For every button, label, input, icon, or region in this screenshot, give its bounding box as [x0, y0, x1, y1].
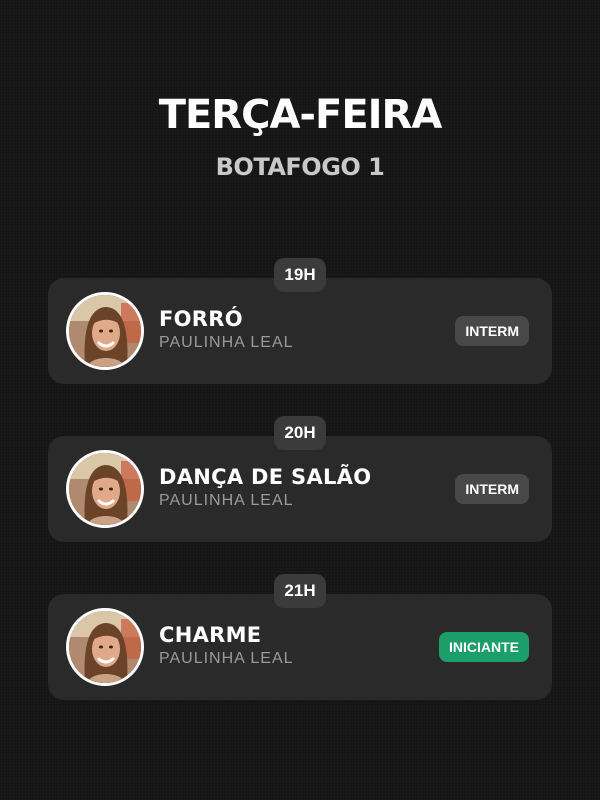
- teacher-avatar: [66, 292, 144, 370]
- class-name: FORRÓ: [159, 307, 243, 331]
- card-text: CHARME PAULINHA LEAL: [159, 623, 294, 669]
- class-card[interactable]: FORRÓ PAULINHA LEAL INTERM: [48, 278, 552, 384]
- class-block: 19H FORRÓ PAULINHA LEAL INTERM: [48, 258, 552, 384]
- level-badge: INTERM: [455, 474, 529, 504]
- class-block: 20H DANÇA DE SALÃO PAULINHA LEAL INTERM: [48, 416, 552, 542]
- class-name: CHARME: [159, 623, 262, 647]
- teacher-name: PAULINHA LEAL: [159, 334, 294, 351]
- level-badge: INTERM: [455, 316, 529, 346]
- time-chip: 19H: [274, 258, 326, 292]
- page-subtitle: BOTAFOGO 1: [215, 153, 385, 181]
- level-badge: INICIANTE: [439, 632, 529, 662]
- class-card[interactable]: CHARME PAULINHA LEAL INICIANTE: [48, 594, 552, 700]
- teacher-name: PAULINHA LEAL: [159, 492, 294, 509]
- class-list: 19H FORRÓ PAULINHA LEAL INTERM 20H DANÇA…: [48, 258, 552, 732]
- teacher-name: PAULINHA LEAL: [159, 650, 294, 667]
- teacher-avatar: [66, 450, 144, 528]
- class-name: DANÇA DE SALÃO: [159, 465, 372, 489]
- teacher-avatar: [66, 608, 144, 686]
- page-title: TERÇA-FEIRA: [158, 92, 443, 138]
- time-chip: 20H: [274, 416, 326, 450]
- card-text: FORRÓ PAULINHA LEAL: [159, 307, 294, 353]
- class-block: 21H CHARME PAULINHA LEAL INICIANTE: [48, 574, 552, 700]
- time-chip: 21H: [274, 574, 326, 608]
- class-card[interactable]: DANÇA DE SALÃO PAULINHA LEAL INTERM: [48, 436, 552, 542]
- card-text: DANÇA DE SALÃO PAULINHA LEAL: [159, 465, 371, 511]
